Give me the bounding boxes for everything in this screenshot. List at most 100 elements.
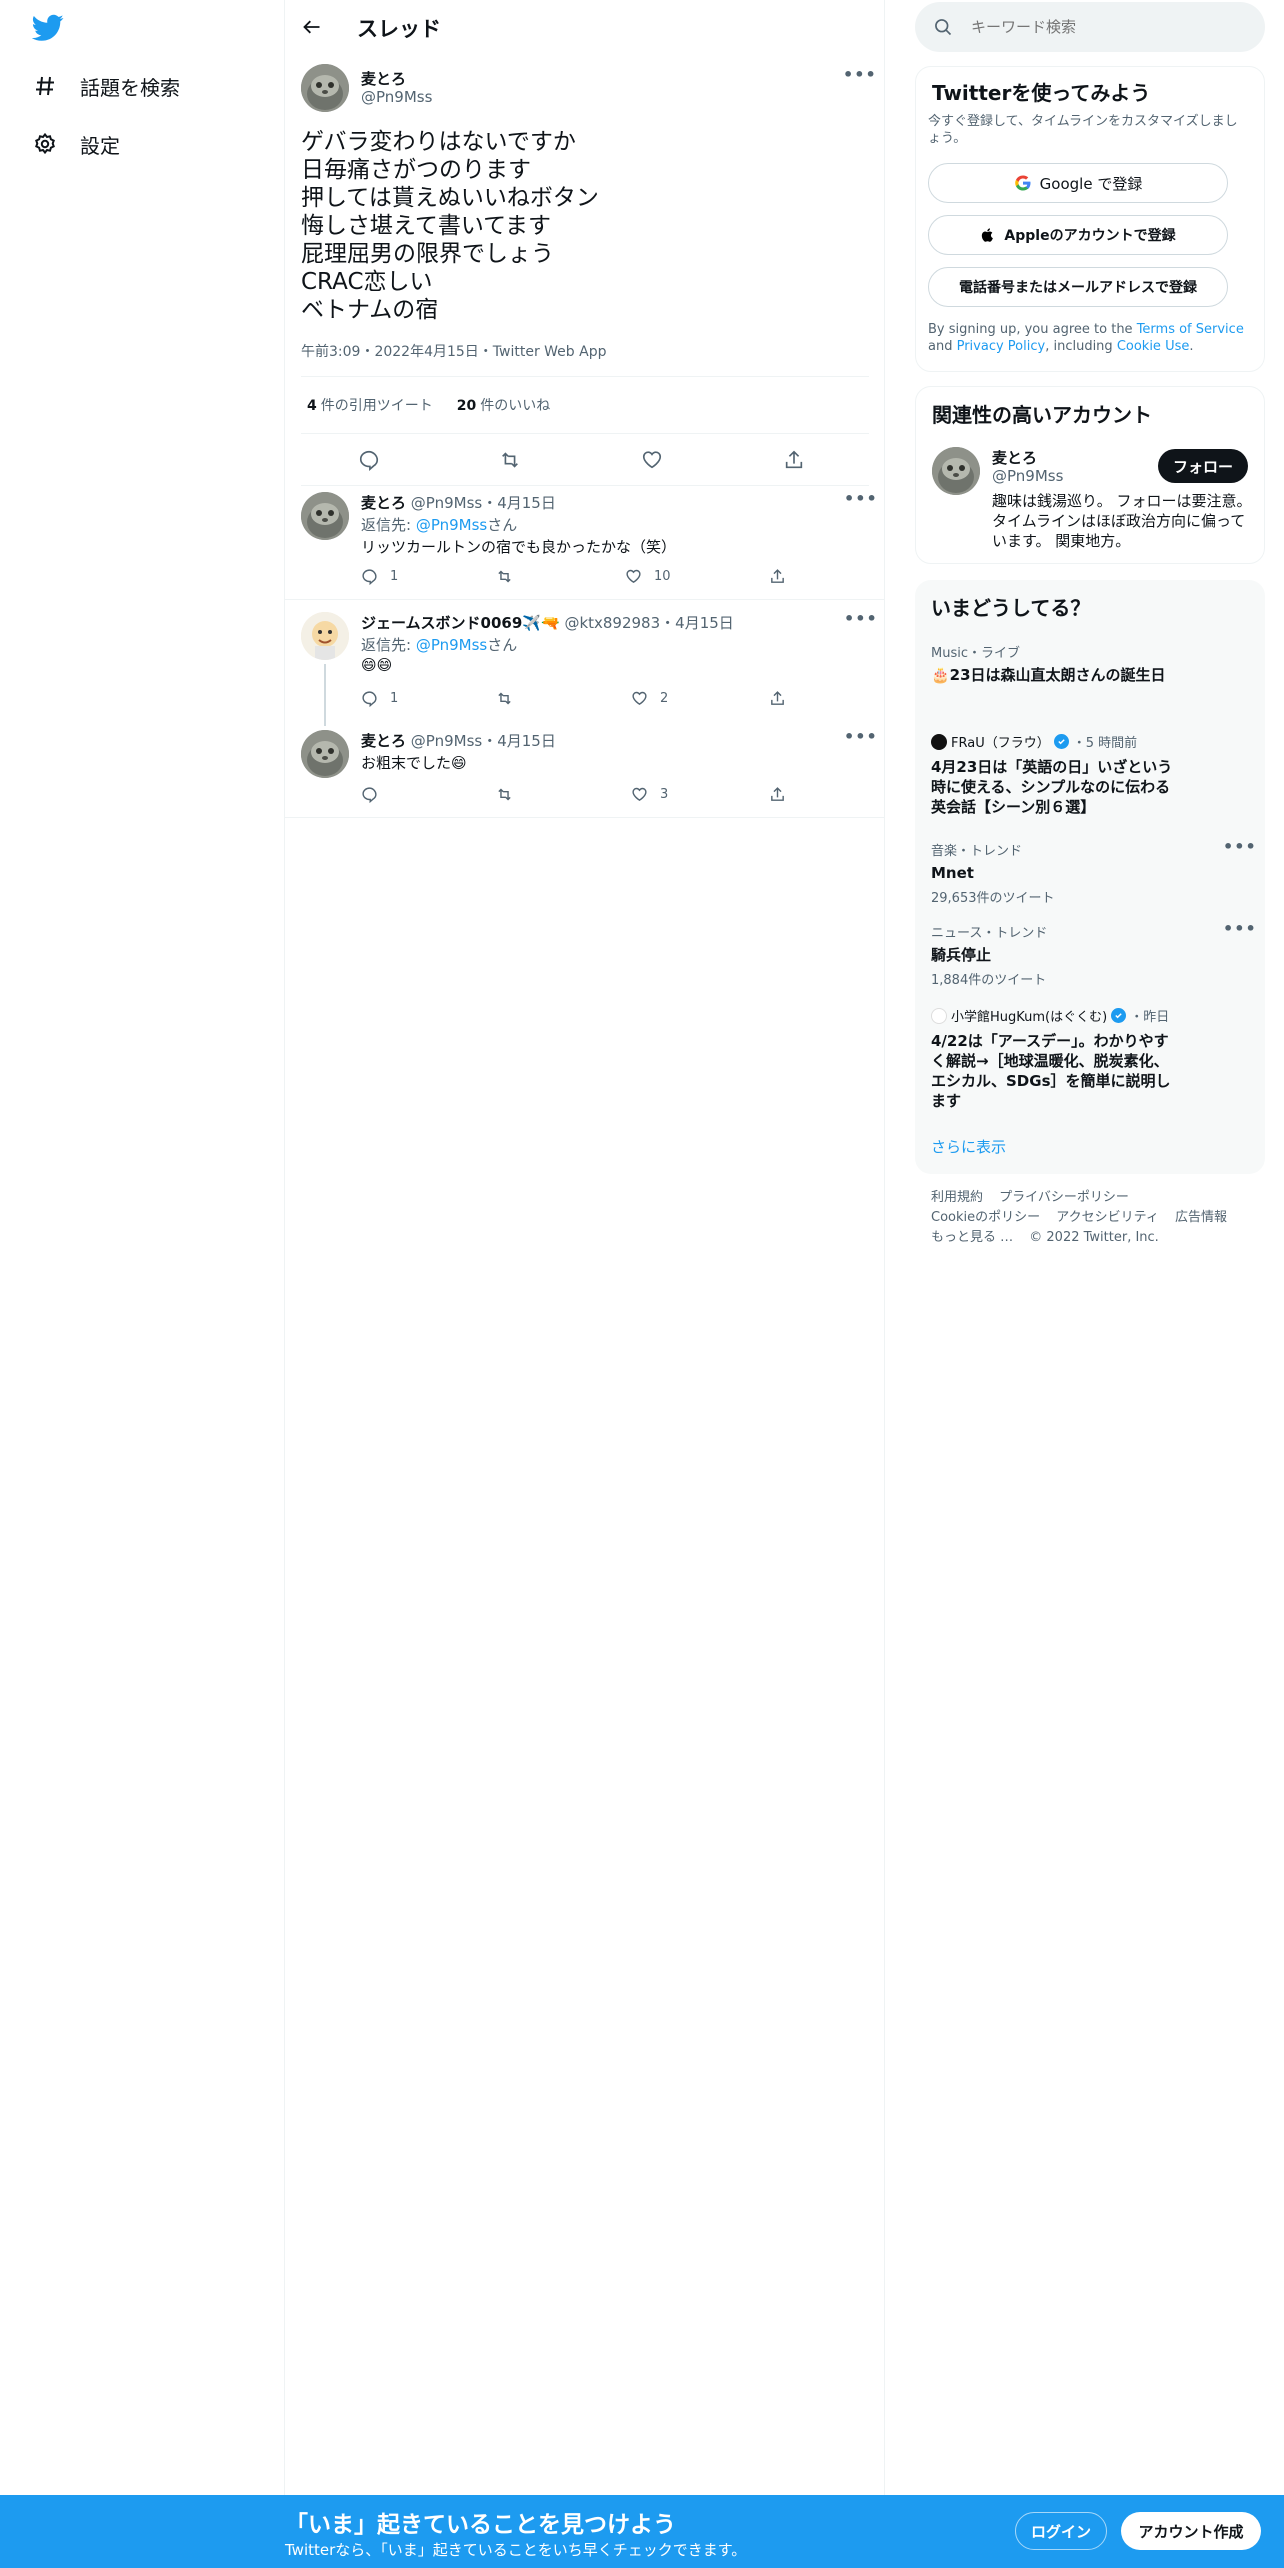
avatar[interactable] (301, 492, 349, 540)
reply-date[interactable]: ・4月15日 (482, 732, 556, 750)
replying-to: 返信先: @Pn9Mssさん (361, 634, 517, 655)
search-box[interactable] (915, 2, 1265, 52)
trends-title: いまどうしてる？ (931, 596, 1091, 620)
nav-explore[interactable]: 話題を検索 (32, 66, 180, 106)
share-button[interactable] (769, 568, 786, 585)
nav-settings[interactable]: 設定 (32, 124, 120, 164)
replying-to: 返信先: @Pn9Mssさん (361, 514, 517, 535)
create-account-button[interactable]: アカウント作成 (1121, 2512, 1261, 2550)
quote-tweets-stat[interactable]: 4 件の引用ツイート (307, 395, 433, 415)
tweet-actions (301, 434, 869, 486)
login-button[interactable]: ログイン (1015, 2512, 1107, 2550)
avatar[interactable] (301, 612, 349, 660)
cookie-use-link[interactable]: Cookie Use (1117, 339, 1190, 354)
phone-email-signup-button[interactable]: 電話番号またはメールアドレスで登録 (928, 267, 1228, 307)
back-arrow-icon[interactable] (299, 14, 325, 40)
reply-date[interactable]: ・4月15日 (482, 494, 556, 512)
banner-subtitle: Twitterなら、「いま」起きていることをいち早くチェックできます。 (285, 2541, 747, 2559)
more-options-icon[interactable]: ••• (1223, 839, 1256, 860)
signup-subtitle: 今すぐ登録して、タイムラインをカスタマイズしましょう。 (928, 114, 1238, 146)
reply-button[interactable]: 1 (361, 568, 398, 585)
author-handle[interactable]: @Pn9Mss (411, 732, 482, 750)
share-icon[interactable] (782, 448, 806, 472)
avatar[interactable] (932, 447, 980, 495)
likes-stat[interactable]: 20 件のいいね (457, 395, 550, 415)
reply-tweet[interactable]: 麦とろ @Pn9Mss・4月15日 ••• 返信先: @Pn9Mssさん リッツ… (285, 480, 885, 600)
google-signup-button[interactable]: Google で登録 (928, 163, 1228, 203)
like-button[interactable]: 10 (625, 568, 671, 585)
account-name[interactable]: 麦とろ (992, 447, 1037, 468)
follow-button[interactable]: フォロー (1158, 449, 1248, 483)
trend-item[interactable]: 音楽・トレンド ••• Mnet 29,653件のツイート (931, 839, 1256, 907)
more-options-icon[interactable]: ••• (1223, 921, 1256, 942)
share-icon (771, 569, 784, 583)
trend-item[interactable]: FRaU（フラウ） ・5 時間前 4月23日は「英語の日」いざという時に使える、… (931, 732, 1181, 817)
author-handle[interactable]: @Pn9Mss (361, 88, 432, 106)
share-button[interactable] (769, 786, 786, 803)
footer-link[interactable]: 広告情報 (1175, 1210, 1227, 1225)
trend-item[interactable]: 小学館HugKum(はぐくむ) ・昨日 4/22は「アースデー」。わかりやすく解… (931, 1006, 1181, 1111)
trend-source-name: 小学館HugKum(はぐくむ) (951, 1010, 1108, 1025)
share-button[interactable] (769, 690, 786, 707)
terms-of-service-link[interactable]: Terms of Service (1137, 322, 1244, 337)
like-icon[interactable] (640, 448, 664, 472)
author-handle[interactable]: @Pn9Mss (411, 494, 482, 512)
show-more-link[interactable]: さらに表示 (931, 1136, 1006, 1157)
avatar[interactable] (301, 730, 349, 778)
trend-title: Mnet (931, 864, 974, 882)
reply-icon (362, 569, 377, 585)
trend-item[interactable]: Music・ライブ 🎂23日は森山直太朗さんの誕生日 (931, 642, 1249, 689)
twitter-logo-icon[interactable] (31, 14, 66, 44)
quote-label: 件の引用ツイート (320, 398, 433, 414)
footer-link[interactable]: もっと見る … (931, 1230, 1013, 1245)
trend-context: 音楽・トレンド (931, 844, 1023, 859)
more-options-icon[interactable]: ••• (844, 491, 877, 512)
like-count: 2 (660, 691, 669, 706)
like-button[interactable]: 2 (631, 690, 668, 707)
retweet-icon[interactable] (498, 448, 522, 472)
more-options-icon[interactable]: ••• (844, 729, 877, 750)
reply-actions: 3 (361, 786, 791, 806)
author-handle[interactable]: @ktx892983 (564, 614, 660, 632)
avatar[interactable] (301, 64, 349, 112)
retweet-button[interactable] (495, 690, 526, 707)
reply-tweet[interactable]: ジェームスボンド0069✈️🔫 @ktx892983・4月15日 ••• 返信先… (285, 600, 885, 726)
gear-icon (32, 131, 58, 157)
like-icon (632, 691, 647, 705)
reply-date[interactable]: ・4月15日 (660, 614, 734, 632)
trend-context: Music・ライブ (931, 646, 1020, 661)
retweet-button[interactable] (495, 568, 526, 585)
author-name[interactable]: 麦とろ (361, 494, 406, 512)
author-name[interactable]: ジェームスボンド0069✈️🔫 (361, 614, 560, 632)
reply-button[interactable]: 1 (361, 690, 398, 707)
apple-signup-button[interactable]: Appleのアカウントで登録 (928, 215, 1228, 255)
search-input[interactable] (971, 2, 1251, 52)
reply-button[interactable] (361, 786, 390, 803)
privacy-policy-link[interactable]: Privacy Policy (957, 339, 1046, 354)
footer-link[interactable]: プライバシーポリシー (999, 1190, 1129, 1205)
reply-suffix: さん (487, 516, 518, 534)
more-options-icon[interactable]: ••• (844, 611, 877, 632)
reply-tweet[interactable]: 麦とろ @Pn9Mss・4月15日 ••• お粗末でした😄 3 (285, 720, 885, 818)
trend-time: ・昨日 (1130, 1010, 1170, 1025)
trend-item[interactable]: ニュース・トレンド ••• 騎兵停止 1,884件のツイート (931, 921, 1256, 989)
retweet-button[interactable] (495, 786, 526, 803)
reply-header: 麦とろ @Pn9Mss・4月15日 (361, 492, 556, 513)
reply-suffix: さん (487, 636, 518, 654)
footer-link[interactable]: Cookieのポリシー (931, 1210, 1040, 1225)
trends-card: いまどうしてる？ Music・ライブ 🎂23日は森山直太朗さんの誕生日 FRaU… (915, 580, 1265, 1174)
author-name[interactable]: 麦とろ (361, 732, 406, 750)
tweet-timestamp[interactable]: 午前3:09・2022年4月15日・Twitter Web App (301, 341, 606, 361)
like-icon (626, 569, 641, 583)
reply-icon[interactable] (357, 448, 381, 472)
account-handle[interactable]: @Pn9Mss (992, 467, 1063, 485)
more-options-icon[interactable]: ••• (843, 67, 876, 88)
page-title: スレッド (357, 17, 441, 41)
author-name[interactable]: 麦とろ (361, 68, 406, 89)
reply-to-link[interactable]: @Pn9Mss (416, 516, 487, 534)
like-button[interactable]: 3 (631, 786, 668, 803)
footer-link[interactable]: アクセシビリティ (1056, 1210, 1159, 1225)
reply-to-link[interactable]: @Pn9Mss (416, 636, 487, 654)
footer-link[interactable]: 利用規約 (931, 1190, 983, 1205)
footer-links: 利用規約 プライバシーポリシー Cookieのポリシー アクセシビリティ 広告情… (931, 1188, 1251, 1248)
